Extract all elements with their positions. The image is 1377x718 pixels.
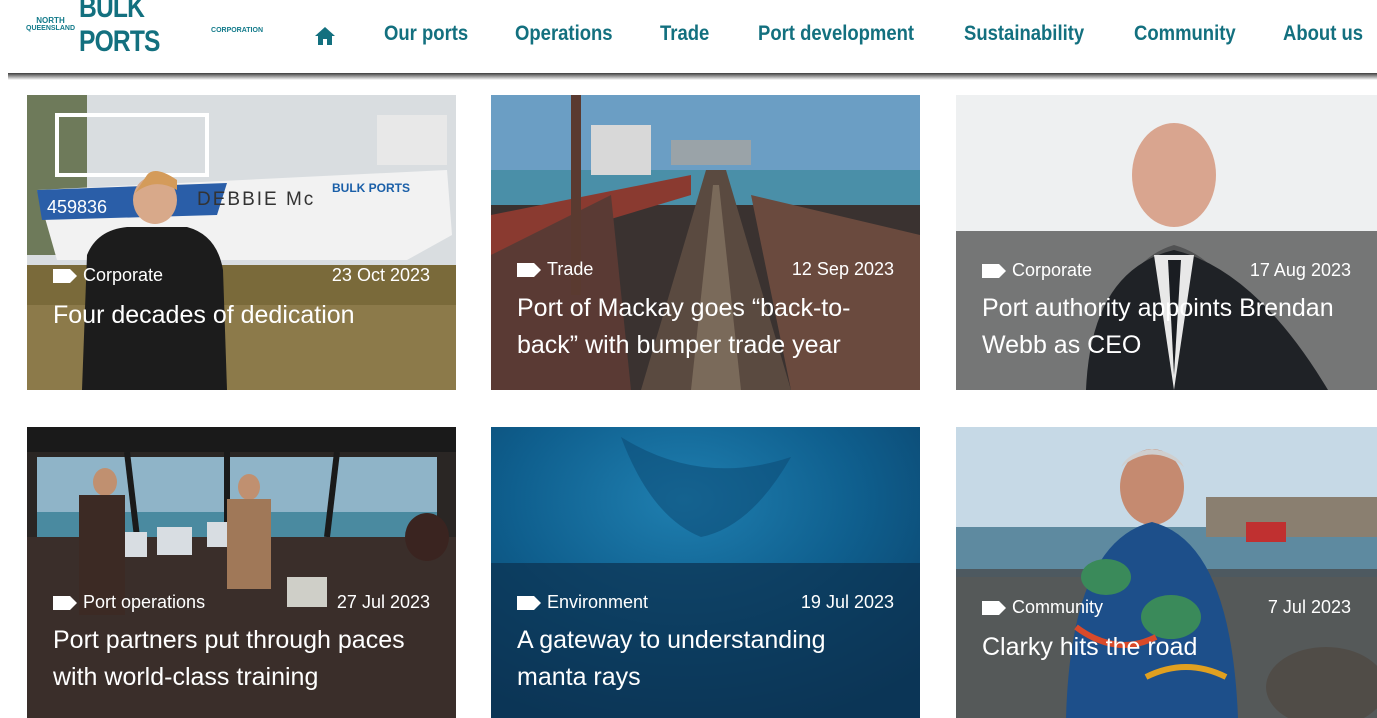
card-category[interactable]: Port operations (53, 592, 205, 613)
card-meta: Trade 12 Sep 2023 (517, 259, 894, 280)
nav-community[interactable]: Community (1134, 22, 1236, 46)
tag-icon (517, 595, 541, 610)
card-date: 27 Jul 2023 (336, 592, 430, 612)
card-date: 23 Oct 2023 (331, 265, 430, 285)
site-header: NORTH QUEENSLAND BULK PORTS CORPORATION … (0, 0, 1377, 74)
news-card[interactable]: Corporate 17 Aug 2023 Port authority app… (956, 95, 1377, 390)
card-title[interactable]: Port authority appoints Brendan Webb as … (982, 290, 1357, 364)
logo-main-text: BULK PORTS (79, 0, 160, 58)
man-foreground (1066, 449, 1238, 718)
card-category[interactable]: Corporate (53, 265, 163, 286)
card-image-boat: 459836 DEBBIE Mc BULK PORTS (27, 95, 456, 390)
tag-icon (982, 263, 1006, 278)
nav-about-us[interactable]: About us (1283, 22, 1363, 46)
boat-number: 459836 (47, 197, 107, 217)
card-category[interactable]: Environment (517, 592, 648, 613)
logo-corp-text: CORPORATION (211, 26, 263, 34)
home-icon[interactable] (314, 26, 336, 46)
nav-trade[interactable]: Trade (660, 22, 709, 46)
card-title[interactable]: Clarky hits the road (982, 629, 1357, 666)
site-logo[interactable]: NORTH QUEENSLAND BULK PORTS CORPORATION (26, 0, 263, 58)
tag-icon (517, 262, 541, 277)
card-date: 7 Jul 2023 (1267, 597, 1351, 617)
logo-side-text: NORTH QUEENSLAND (26, 16, 76, 33)
tag-icon (53, 595, 77, 610)
nav-port-development[interactable]: Port development (758, 22, 914, 46)
card-meta: Community 7 Jul 2023 (982, 597, 1351, 618)
card-title[interactable]: Port of Mackay goes “back-to-back” with … (517, 290, 900, 364)
card-title[interactable]: Four decades of dedication (53, 297, 436, 334)
card-title[interactable]: Port partners put through paces with wor… (53, 622, 436, 696)
card-category[interactable]: Corporate (982, 260, 1092, 281)
news-card[interactable]: Port operations 27 Jul 2023 Port partner… (27, 427, 456, 718)
header-shadow (8, 73, 1377, 80)
card-category[interactable]: Community (982, 597, 1103, 618)
card-title[interactable]: A gateway to understanding manta rays (517, 622, 900, 696)
card-date: 12 Sep 2023 (791, 259, 894, 279)
boat-brand: BULK PORTS (332, 181, 410, 195)
nav-our-ports[interactable]: Our ports (384, 22, 468, 46)
card-date: 19 Jul 2023 (800, 592, 894, 612)
news-card[interactable]: Trade 12 Sep 2023 Port of Mackay goes “b… (491, 95, 920, 390)
card-date: 17 Aug 2023 (1249, 260, 1351, 280)
tag-icon (53, 268, 77, 283)
card-meta: Corporate 23 Oct 2023 (53, 265, 430, 286)
tag-icon (982, 600, 1006, 615)
nav-operations[interactable]: Operations (515, 22, 613, 46)
card-meta: Corporate 17 Aug 2023 (982, 260, 1351, 281)
card-meta: Port operations 27 Jul 2023 (53, 592, 430, 613)
news-card[interactable]: Community 7 Jul 2023 Clarky hits the roa… (956, 427, 1377, 718)
news-card[interactable]: Environment 19 Jul 2023 A gateway to und… (491, 427, 920, 718)
card-meta: Environment 19 Jul 2023 (517, 592, 894, 613)
card-category[interactable]: Trade (517, 259, 593, 280)
news-card[interactable]: 459836 DEBBIE Mc BULK PORTS Corporate 23… (27, 95, 456, 390)
boat-name: DEBBIE Mc (197, 189, 315, 210)
nav-sustainability[interactable]: Sustainability (964, 22, 1084, 46)
